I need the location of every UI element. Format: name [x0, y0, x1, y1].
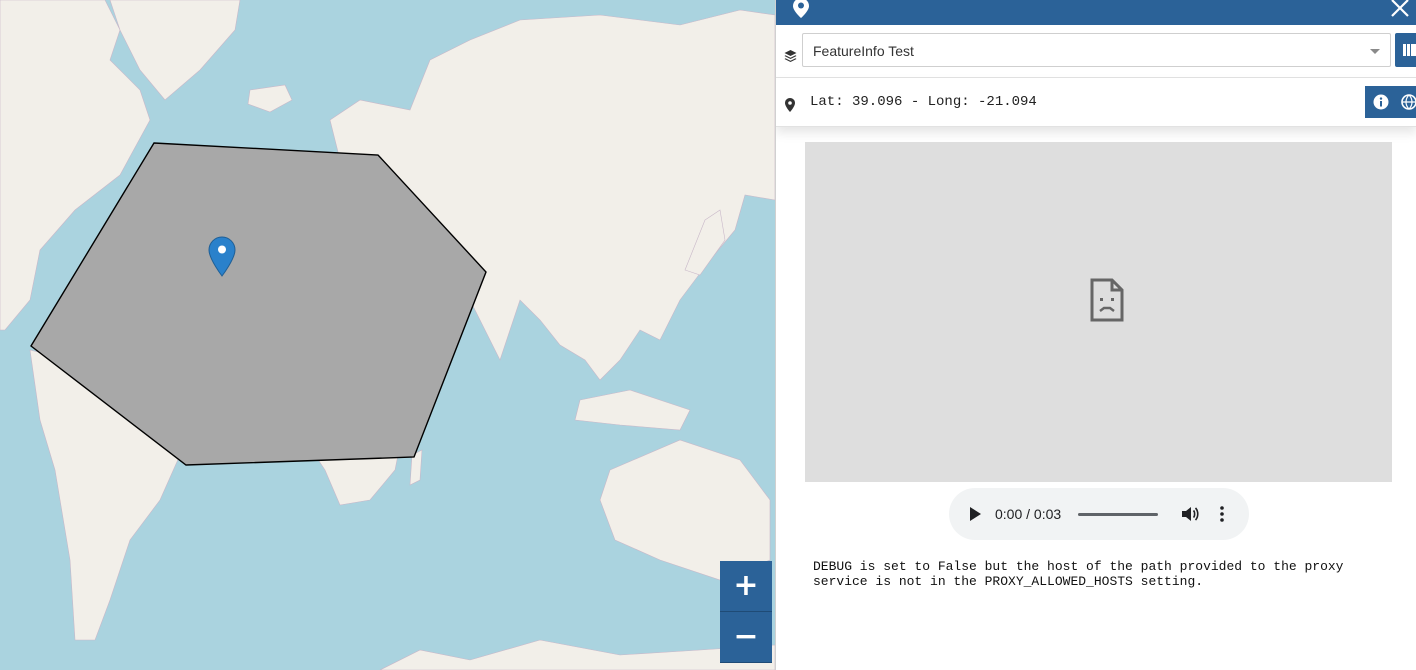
proxy-error-message: DEBUG is set to False but the host of th…	[813, 559, 1352, 589]
panel-header	[776, 0, 1416, 25]
minus-icon: −	[733, 619, 759, 654]
map-viewport[interactable]: + −	[0, 0, 775, 670]
zoom-out-button[interactable]: −	[720, 612, 772, 663]
zoom-in-button[interactable]: +	[720, 561, 772, 612]
compare-button[interactable]	[1395, 33, 1416, 67]
audio-player: 0:00 / 0:03	[949, 488, 1249, 540]
audio-time: 0:00 / 0:03	[995, 506, 1062, 522]
book-icon	[1403, 44, 1416, 56]
globe-button[interactable]	[1397, 86, 1416, 118]
chevron-down-icon	[1370, 49, 1380, 54]
play-icon[interactable]	[968, 506, 982, 522]
layer-selector-row: FeatureInfo Test	[776, 25, 1416, 78]
sad-document-icon	[1090, 278, 1124, 322]
info-icon	[1373, 94, 1389, 110]
coordinates-text: Lat: 39.096 - Long: -21.094	[810, 94, 1037, 110]
coordinates-row: Lat: 39.096 - Long: -21.094	[776, 78, 1416, 127]
map-marker-icon	[793, 0, 809, 18]
feature-info-panel: FeatureInfo Test Lat: 39.096 - Long: -21…	[775, 0, 1416, 670]
globe-icon	[1401, 94, 1416, 110]
close-icon[interactable]	[1388, 0, 1412, 20]
more-options-icon[interactable]	[1219, 505, 1225, 523]
basemap	[0, 0, 775, 670]
layer-select-value: FeatureInfo Test	[813, 43, 914, 59]
embedded-frame	[805, 142, 1392, 482]
audio-progress-slider[interactable]	[1078, 513, 1158, 516]
map-marker-icon	[785, 98, 795, 112]
layers-icon	[784, 50, 797, 62]
layer-select[interactable]: FeatureInfo Test	[802, 33, 1391, 67]
plus-icon: +	[733, 568, 759, 603]
volume-icon[interactable]	[1181, 505, 1199, 523]
info-button[interactable]	[1365, 86, 1397, 118]
zoom-control: + −	[720, 561, 772, 663]
